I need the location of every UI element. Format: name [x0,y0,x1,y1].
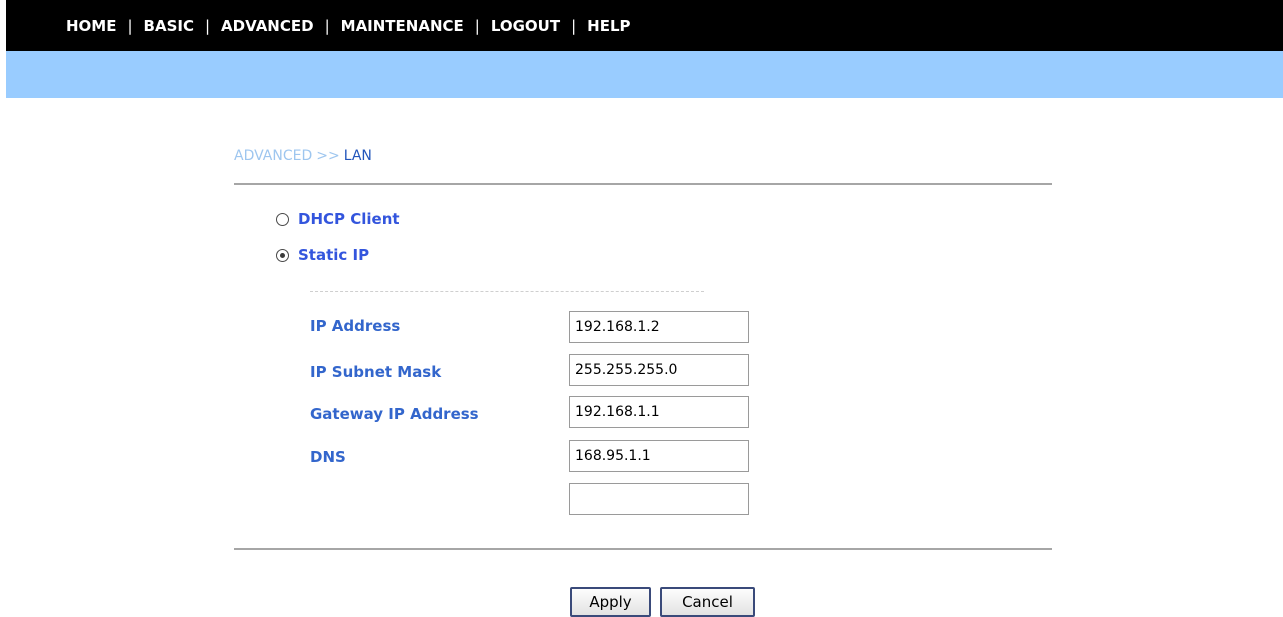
dhcp-client-label: DHCP Client [298,210,400,228]
dns-primary-input[interactable] [569,440,749,472]
subnet-mask-label: IP Subnet Mask [310,363,442,381]
nav-separator: | [474,17,480,35]
static-ip-option[interactable]: Static IP [276,245,369,265]
apply-button[interactable]: Apply [570,587,651,617]
nav-menu: HOME | BASIC | ADVANCED | MAINTENANCE | LOGOUT | H… [66,17,631,35]
gateway-ip-label: Gateway IP Address [310,405,479,423]
sub-header-bar [6,51,1283,98]
static-ip-radio[interactable] [276,248,289,262]
dhcp-client-option[interactable]: DHCP Client [276,209,400,229]
ip-address-label: IP Address [310,317,401,335]
nav-item-help[interactable]: HELP [587,17,630,35]
top-divider [234,183,1052,185]
nav-item-home[interactable]: HOME [66,17,116,35]
top-navigation-bar: HOME | BASIC | ADVANCED | MAINTENANCE | LOGOUT | H… [6,0,1283,51]
subnet-mask-input[interactable] [569,354,749,386]
static-ip-label: Static IP [298,246,370,264]
dotted-divider [310,291,704,292]
nav-item-logout[interactable]: LOGOUT [491,17,560,35]
dhcp-client-radio[interactable] [276,212,289,226]
nav-item-basic[interactable]: BASIC [144,17,194,35]
nav-separator: | [324,17,330,35]
bottom-divider [234,548,1052,550]
dns-secondary-input[interactable] [569,483,749,515]
ip-address-input[interactable] [569,311,749,343]
breadcrumb-parent: ADVANCED [234,148,313,164]
breadcrumb-separator: >> [316,148,340,164]
nav-separator: | [127,17,133,35]
nav-item-advanced[interactable]: ADVANCED [221,17,314,35]
breadcrumb-current: LAN [343,148,372,164]
nav-item-maintenance[interactable]: MAINTENANCE [341,17,464,35]
cancel-button[interactable]: Cancel [660,587,755,617]
dns-label: DNS [310,448,346,466]
nav-separator: | [204,17,211,35]
gateway-ip-input[interactable] [569,396,749,428]
nav-separator: | [571,17,577,35]
breadcrumb: ADVANCED >> LAN [234,147,372,165]
